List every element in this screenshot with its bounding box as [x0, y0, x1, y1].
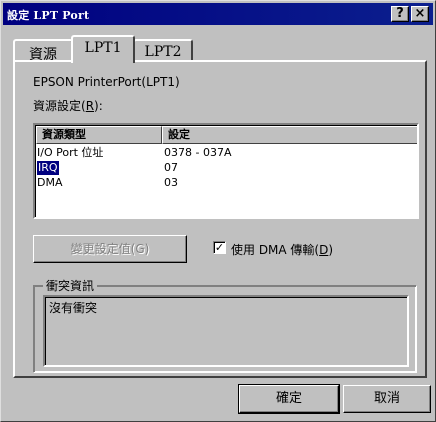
- resource-list[interactable]: 資源類型 設定 I/O Port 位址 0378 - 037A IRQ 07 D…: [33, 123, 419, 219]
- resource-settings-label: 資源設定(R):: [33, 97, 103, 114]
- column-header-resource-type[interactable]: 資源類型: [36, 126, 162, 144]
- list-row-dma[interactable]: DMA 03: [36, 176, 416, 190]
- tab-lpt1[interactable]: LPT1: [71, 35, 135, 63]
- row-setting-value: 03: [164, 176, 178, 189]
- close-button[interactable]: ×: [411, 6, 429, 22]
- row-resource-type: DMA: [37, 176, 63, 189]
- row-resource-type: IRQ: [37, 161, 59, 175]
- column-header-setting[interactable]: 設定: [162, 126, 417, 144]
- row-resource-type: I/O Port 位址: [37, 146, 104, 159]
- row-setting-value: 07: [164, 161, 178, 174]
- title-bar[interactable]: 設定 LPT Port ? ×: [3, 3, 433, 25]
- conflict-info-text: 沒有衝突: [49, 301, 98, 315]
- tab-lpt2[interactable]: LPT2: [133, 39, 193, 61]
- cancel-button[interactable]: 取消: [343, 385, 431, 413]
- tab-strip: 資源 LPT1 LPT2: [13, 35, 425, 63]
- use-dma-label[interactable]: 使用 DMA 傳輸(D): [231, 241, 333, 258]
- use-dma-accel-key: D: [319, 243, 329, 257]
- lpt-port-settings-dialog: 設定 LPT Port ? × 資源 LPT1 LPT2 EPSON Print…: [0, 0, 436, 422]
- row-setting-value: 0378 - 037A: [164, 146, 232, 159]
- change-settings-button[interactable]: 變更設定值(G): [33, 235, 187, 263]
- conflict-info-caption: 衝突資訊: [43, 277, 98, 294]
- list-row-irq[interactable]: IRQ 07: [36, 161, 416, 175]
- use-dma-label-suffix: ): [328, 243, 334, 257]
- use-dma-checkbox[interactable]: ✓: [213, 241, 226, 254]
- list-header: 資源類型 設定: [36, 126, 417, 144]
- resource-settings-label-suffix: ):: [94, 99, 103, 113]
- list-row-io-port[interactable]: I/O Port 位址 0378 - 037A: [36, 146, 416, 160]
- resource-settings-accel-key: R: [85, 99, 95, 113]
- help-button[interactable]: ?: [391, 6, 409, 22]
- window-title: 設定 LPT Port: [7, 9, 90, 22]
- resource-settings-label-text: 資源設定(: [33, 99, 86, 113]
- tab-resources[interactable]: 資源: [13, 39, 73, 63]
- device-name: EPSON PrinterPort(LPT1): [33, 75, 180, 89]
- conflict-info-box: 沒有衝突: [43, 295, 409, 367]
- use-dma-label-text: 使用 DMA 傳輸(: [231, 243, 320, 257]
- ok-button[interactable]: 確定: [238, 384, 340, 414]
